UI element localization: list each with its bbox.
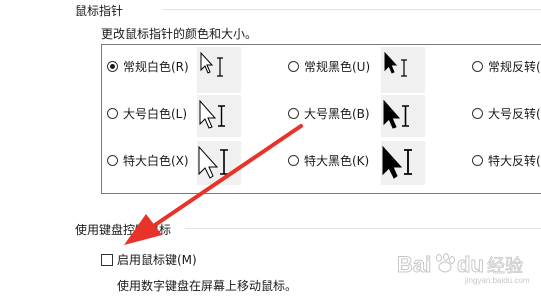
watermark-url: jingyan.baidu.com bbox=[464, 276, 530, 285]
paw-icon bbox=[436, 253, 455, 273]
annotation-arrow-shaft bbox=[150, 124, 303, 229]
svg-text:经验: 经验 bbox=[487, 256, 523, 277]
baidu-watermark: Bai du 经验 jingyan.baidu.com bbox=[395, 248, 540, 286]
annotation-arrow-head bbox=[124, 214, 162, 245]
svg-text:du: du bbox=[457, 252, 484, 277]
watermark-logo-text: Bai bbox=[397, 252, 431, 277]
